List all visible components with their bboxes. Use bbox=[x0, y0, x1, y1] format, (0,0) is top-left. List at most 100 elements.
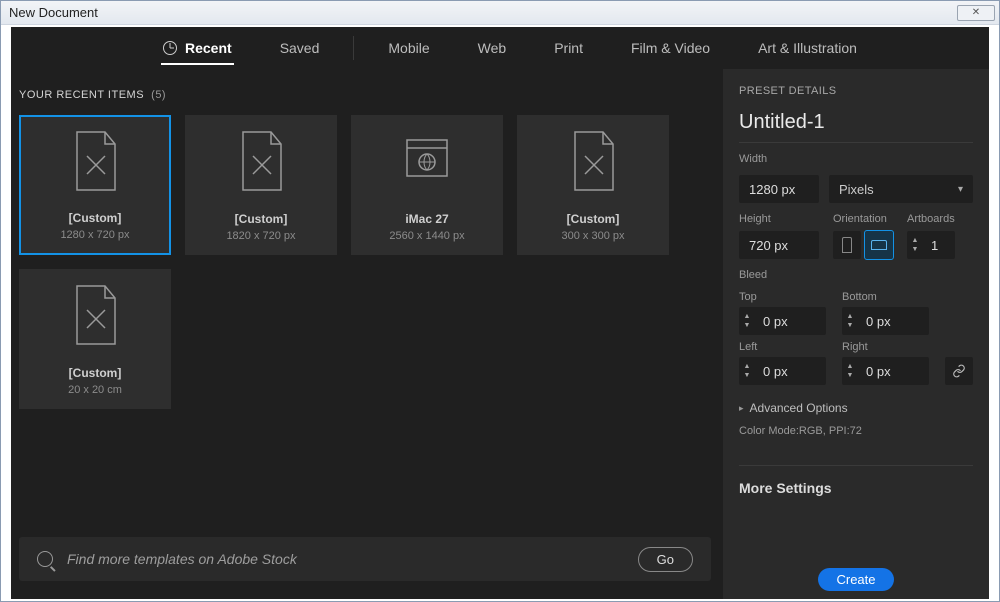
stock-search-bar: Find more templates on Adobe Stock Go bbox=[19, 537, 711, 581]
width-input[interactable] bbox=[739, 175, 819, 203]
tab-recent[interactable]: Recent bbox=[139, 27, 256, 69]
orientation-portrait[interactable] bbox=[833, 231, 861, 259]
preset-name: [Custom] bbox=[69, 211, 122, 225]
preset-dims: 20 x 20 cm bbox=[68, 384, 122, 396]
preset-thumb bbox=[21, 117, 169, 207]
tab-film-video[interactable]: Film & Video bbox=[607, 27, 734, 69]
artboards-stepper[interactable]: ▲▼ 1 bbox=[907, 231, 955, 259]
chevron-right-icon: ▸ bbox=[739, 403, 744, 414]
preset-dims: 1280 x 720 px bbox=[60, 229, 129, 241]
preset-card[interactable]: iMac 27 2560 x 1440 px bbox=[351, 115, 503, 255]
unit-value: Pixels bbox=[839, 182, 874, 197]
bleed-bottom-value: 0 px bbox=[858, 314, 899, 329]
preset-grid: [Custom] 1280 x 720 px [Custom] 18 bbox=[11, 115, 723, 409]
preset-name: [Custom] bbox=[235, 212, 288, 226]
bleed-bottom-label: Bottom bbox=[842, 291, 929, 303]
tab-label: Web bbox=[478, 40, 507, 56]
tab-print[interactable]: Print bbox=[530, 27, 607, 69]
landscape-icon bbox=[871, 240, 887, 250]
advanced-label: Advanced Options bbox=[750, 401, 848, 415]
artboards-label: Artboards bbox=[907, 213, 955, 225]
chevron-down-icon: ▾ bbox=[958, 184, 963, 195]
close-icon[interactable]: ✕ bbox=[957, 5, 995, 21]
advanced-options-toggle[interactable]: ▸ Advanced Options bbox=[739, 401, 973, 415]
preset-card[interactable]: [Custom] 1280 x 720 px bbox=[19, 115, 171, 255]
artboards-value: 1 bbox=[923, 238, 946, 253]
stepper-arrows[interactable]: ▲▼ bbox=[907, 235, 923, 255]
preset-name: iMac 27 bbox=[405, 212, 448, 226]
stepper-arrows[interactable]: ▲▼ bbox=[739, 311, 755, 331]
stepper-arrows[interactable]: ▲▼ bbox=[842, 311, 858, 331]
bleed-right-value: 0 px bbox=[858, 364, 899, 379]
tab-label: Print bbox=[554, 40, 583, 56]
content-area: YOUR RECENT ITEMS (5) [Custom] bbox=[11, 69, 989, 599]
unit-select[interactable]: Pixels ▾ bbox=[829, 175, 973, 203]
tab-label: Film & Video bbox=[631, 40, 710, 56]
new-document-window: New Document ✕ Recent Saved Mobile Web P… bbox=[0, 0, 1000, 602]
section-count: (5) bbox=[151, 89, 166, 101]
orientation-landscape[interactable] bbox=[865, 231, 893, 259]
document-icon bbox=[67, 284, 123, 348]
preset-thumb bbox=[20, 270, 170, 362]
height-label: Height bbox=[739, 213, 819, 225]
tab-mobile[interactable]: Mobile bbox=[364, 27, 453, 69]
bleed-right-input[interactable]: ▲▼ 0 px bbox=[842, 357, 929, 385]
category-tabs: Recent Saved Mobile Web Print Film & Vid… bbox=[11, 27, 989, 69]
document-icon bbox=[233, 130, 289, 194]
bleed-label: Bleed bbox=[739, 269, 973, 281]
window-title: New Document bbox=[9, 5, 98, 20]
preset-card[interactable]: [Custom] 20 x 20 cm bbox=[19, 269, 171, 409]
tab-web[interactable]: Web bbox=[454, 27, 531, 69]
preset-details-panel: PRESET DETAILS Untitled-1 Width Pixels ▾… bbox=[723, 69, 989, 599]
search-input[interactable]: Find more templates on Adobe Stock bbox=[67, 551, 624, 567]
tab-label: Mobile bbox=[388, 40, 429, 56]
tab-saved[interactable]: Saved bbox=[256, 27, 344, 69]
web-icon bbox=[399, 130, 455, 194]
bleed-top-value: 0 px bbox=[755, 314, 796, 329]
color-mode-summary: Color Mode:RGB, PPI:72 bbox=[739, 425, 973, 437]
app-body: Recent Saved Mobile Web Print Film & Vid… bbox=[11, 27, 989, 599]
preset-thumb bbox=[186, 116, 336, 208]
tab-label: Recent bbox=[185, 40, 232, 56]
titlebar: New Document ✕ bbox=[1, 1, 999, 25]
search-icon bbox=[37, 551, 53, 567]
bleed-bottom-input[interactable]: ▲▼ 0 px bbox=[842, 307, 929, 335]
preset-card[interactable]: [Custom] 300 x 300 px bbox=[517, 115, 669, 255]
bleed-right-label: Right bbox=[842, 341, 929, 353]
stepper-arrows[interactable]: ▲▼ bbox=[842, 361, 858, 381]
go-button[interactable]: Go bbox=[638, 547, 693, 572]
width-label: Width bbox=[739, 153, 973, 165]
orientation-label: Orientation bbox=[833, 213, 893, 225]
preset-thumb bbox=[352, 116, 502, 208]
tab-label: Saved bbox=[280, 40, 320, 56]
document-name[interactable]: Untitled-1 bbox=[739, 107, 973, 143]
create-button[interactable]: Create bbox=[818, 568, 893, 591]
more-settings[interactable]: More Settings bbox=[739, 465, 973, 496]
divider bbox=[353, 36, 354, 60]
bleed-left-value: 0 px bbox=[755, 364, 796, 379]
section-heading: YOUR RECENT ITEMS (5) bbox=[11, 89, 723, 115]
stepper-arrows[interactable]: ▲▼ bbox=[739, 361, 755, 381]
document-icon bbox=[565, 130, 621, 194]
preset-card[interactable]: [Custom] 1820 x 720 px bbox=[185, 115, 337, 255]
clock-icon bbox=[163, 41, 177, 55]
preset-name: [Custom] bbox=[69, 366, 122, 380]
section-label-text: YOUR RECENT ITEMS bbox=[19, 89, 144, 101]
preset-dims: 300 x 300 px bbox=[562, 230, 625, 242]
link-bleed-button[interactable] bbox=[945, 357, 973, 385]
document-icon bbox=[67, 130, 123, 194]
portrait-icon bbox=[842, 237, 852, 253]
bleed-left-input[interactable]: ▲▼ 0 px bbox=[739, 357, 826, 385]
bleed-left-label: Left bbox=[739, 341, 826, 353]
tab-art-illustration[interactable]: Art & Illustration bbox=[734, 27, 881, 69]
link-icon bbox=[952, 364, 966, 378]
presets-pane: YOUR RECENT ITEMS (5) [Custom] bbox=[11, 69, 723, 599]
preset-dims: 1820 x 720 px bbox=[226, 230, 295, 242]
preset-dims: 2560 x 1440 px bbox=[389, 230, 464, 242]
bleed-top-input[interactable]: ▲▼ 0 px bbox=[739, 307, 826, 335]
height-input[interactable] bbox=[739, 231, 819, 259]
bleed-top-label: Top bbox=[739, 291, 826, 303]
preset-name: [Custom] bbox=[567, 212, 620, 226]
tab-label: Art & Illustration bbox=[758, 40, 857, 56]
preset-thumb bbox=[518, 116, 668, 208]
